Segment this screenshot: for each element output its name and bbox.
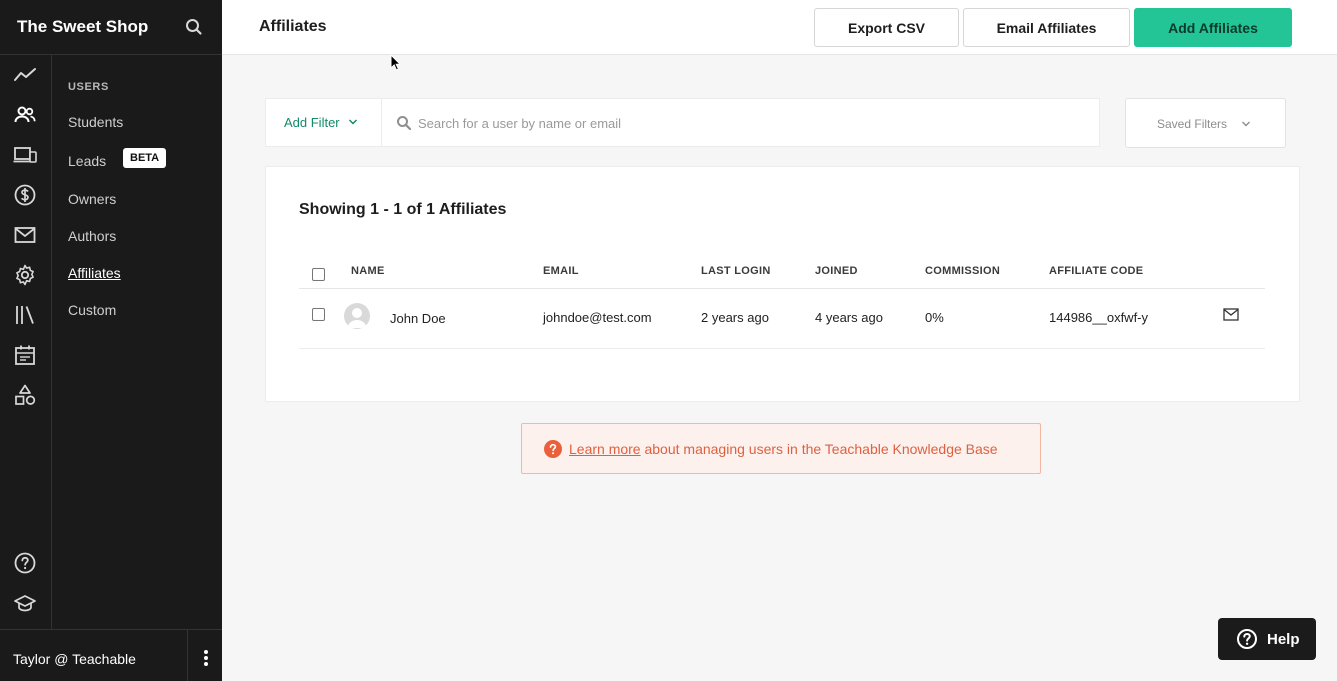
mail-icon[interactable]: [13, 223, 37, 247]
add-filter-label: Add Filter: [284, 115, 340, 130]
help-label: Help: [1267, 631, 1300, 648]
search-icon: [397, 116, 412, 131]
mail-icon[interactable]: [1223, 308, 1239, 321]
chevron-down-icon: [1242, 121, 1250, 127]
row-joined: 4 years ago: [815, 310, 883, 325]
help-circle-icon[interactable]: [13, 551, 37, 575]
help-circle-icon: [1237, 629, 1257, 649]
saved-filters-label: Saved Filters: [1157, 117, 1228, 131]
row-last-login: 2 years ago: [701, 310, 769, 325]
graduation-cap-icon[interactable]: [13, 591, 37, 615]
column-header-last-login[interactable]: LAST LOGIN: [701, 265, 771, 277]
gear-icon[interactable]: [13, 263, 37, 287]
filter-bar: Add Filter: [265, 98, 1100, 147]
chevron-down-icon: [348, 119, 358, 125]
library-icon[interactable]: [13, 303, 37, 327]
calendar-icon[interactable]: [13, 343, 37, 367]
devices-icon[interactable]: [13, 143, 37, 167]
column-header-email[interactable]: EMAIL: [543, 265, 579, 277]
trend-line-icon[interactable]: [13, 63, 37, 87]
sidebar-item-leads[interactable]: Leads: [68, 153, 106, 169]
search-icon[interactable]: [184, 17, 204, 37]
mouse-cursor-icon: [390, 54, 402, 71]
row-name[interactable]: John Doe: [390, 311, 446, 326]
kb-text: Learn more about managing users in the T…: [569, 441, 998, 457]
add-filter-button[interactable]: Add Filter: [266, 99, 382, 146]
row-divider: [299, 348, 1265, 349]
page-title: Affiliates: [259, 18, 327, 35]
help-button[interactable]: Help: [1218, 618, 1316, 660]
affiliates-table-card: Showing 1 - 1 of 1 Affiliates NAME EMAIL…: [265, 166, 1300, 402]
sidebar-item-students[interactable]: Students: [68, 114, 123, 130]
column-header-affiliate-code[interactable]: AFFILIATE CODE: [1049, 265, 1143, 277]
icon-rail: [0, 55, 52, 629]
account-name[interactable]: Taylor @ Teachable: [13, 651, 136, 667]
dollar-icon[interactable]: [13, 183, 37, 207]
school-name[interactable]: The Sweet Shop: [17, 17, 148, 37]
sidebar-item-custom[interactable]: Custom: [68, 302, 116, 318]
sidebar-item-authors[interactable]: Authors: [68, 228, 116, 244]
learn-more-link[interactable]: Learn more: [569, 441, 641, 457]
sidebar-item-affiliates[interactable]: Affiliates: [68, 265, 121, 281]
brand-header: The Sweet Shop: [0, 0, 222, 55]
saved-filters-dropdown[interactable]: Saved Filters: [1125, 98, 1286, 148]
sidebar-item-owners[interactable]: Owners: [68, 191, 116, 207]
header-divider: [299, 288, 1265, 289]
sidebar: The Sweet Shop USERS Students Leads BETA…: [0, 0, 222, 681]
export-csv-button[interactable]: Export CSV: [814, 8, 959, 47]
row-email: johndoe@test.com: [543, 310, 652, 325]
add-affiliates-button[interactable]: Add Affiliates: [1134, 8, 1292, 47]
row-checkbox[interactable]: [312, 308, 325, 321]
row-affiliate-code: 144986__oxfwf-y: [1049, 310, 1149, 325]
page-header: Affiliates Export CSV Email Affiliates A…: [222, 0, 1337, 55]
knowledge-base-banner: Learn more about managing users in the T…: [521, 423, 1041, 474]
question-icon: [544, 440, 562, 458]
column-header-name[interactable]: NAME: [351, 265, 385, 277]
shapes-icon[interactable]: [13, 383, 37, 407]
users-icon[interactable]: [13, 103, 37, 127]
account-bar: Taylor @ Teachable: [0, 629, 222, 681]
row-commission: 0%: [925, 310, 944, 325]
kb-message: about managing users in the Teachable Kn…: [640, 441, 998, 457]
email-affiliates-button[interactable]: Email Affiliates: [963, 8, 1130, 47]
subnav-heading: USERS: [68, 81, 109, 93]
beta-badge: BETA: [123, 148, 167, 168]
user-search-input[interactable]: [418, 109, 1078, 137]
column-header-joined[interactable]: JOINED: [815, 265, 858, 277]
account-menu-button[interactable]: [187, 630, 222, 681]
select-all-checkbox[interactable]: [312, 268, 325, 281]
column-header-commission[interactable]: COMMISSION: [925, 265, 1000, 277]
results-count: Showing 1 - 1 of 1 Affiliates: [299, 201, 507, 218]
avatar: [344, 303, 370, 329]
